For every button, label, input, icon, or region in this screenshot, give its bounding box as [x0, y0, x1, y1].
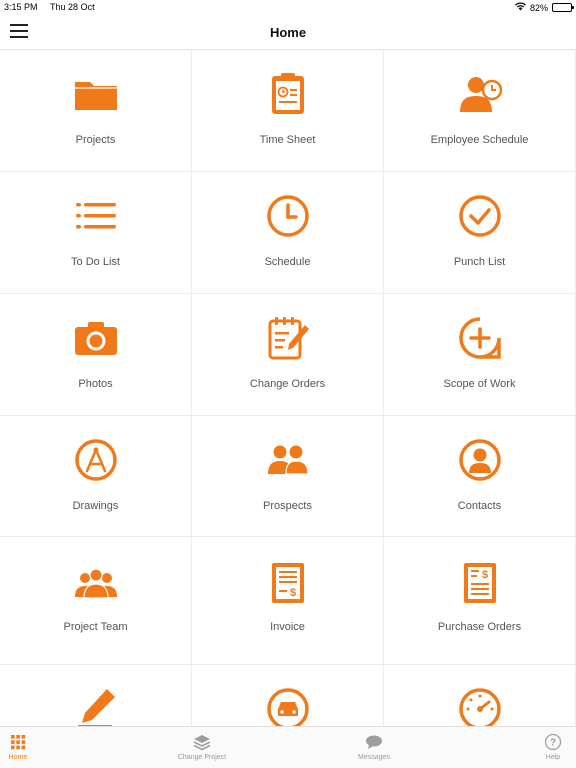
folder-icon — [72, 70, 120, 118]
tile-change-orders[interactable]: Change Orders — [192, 294, 384, 416]
list-icon — [72, 192, 120, 240]
battery-icon — [552, 3, 574, 12]
tile-label: Scope of Work — [443, 378, 516, 390]
contact-circle-icon — [456, 436, 504, 484]
tile-to-do-list[interactable]: To Do List — [0, 172, 192, 294]
tile-label: Time Sheet — [259, 134, 316, 146]
tile-projects[interactable]: Projects — [0, 50, 192, 172]
tile-label: To Do List — [71, 256, 120, 268]
pencil-icon — [72, 685, 120, 726]
tab-bar: Home Change Project Messages? Help — [0, 726, 576, 768]
tile-label: Punch List — [453, 256, 506, 268]
tile-label: Purchase Orders — [437, 621, 522, 633]
tab-change-project[interactable]: Change Project — [150, 727, 254, 768]
page-title: Home — [269, 25, 307, 40]
tab-label: Help — [545, 754, 561, 761]
clipboard-clock-icon — [264, 70, 312, 118]
team-icon — [72, 559, 120, 607]
tile-project-team[interactable]: Project Team — [0, 537, 192, 665]
tile-car-circle[interactable] — [192, 665, 384, 726]
tab-label: Messages — [358, 754, 390, 761]
tab-messages[interactable]: Messages — [340, 727, 408, 768]
svg-text:?: ? — [550, 738, 556, 749]
tab-home[interactable]: Home — [0, 727, 36, 768]
home-grid: Projects Time Sheet Employee Schedule To Do… — [0, 50, 576, 726]
tile-photos[interactable]: Photos — [0, 294, 192, 416]
two-people-icon — [264, 436, 312, 484]
tile-purchase-orders[interactable]: $ Purchase Orders — [384, 537, 576, 665]
svg-text:$: $ — [481, 569, 487, 581]
tile-scope-of-work[interactable]: Scope of Work — [384, 294, 576, 416]
tile-pencil[interactable] — [0, 665, 192, 726]
tile-label: Contacts — [457, 500, 502, 512]
compass-icon — [72, 436, 120, 484]
chat-bubble-icon — [365, 733, 383, 751]
status-bar: 3:15 PM Thu 28 Oct 82% — [0, 0, 576, 14]
layers-icon — [193, 733, 211, 751]
tile-label: Project Team — [63, 621, 128, 633]
purchase-order-icon: $ — [456, 559, 504, 607]
tile-label: Prospects — [263, 500, 312, 512]
tab-label: Change Project — [177, 754, 227, 761]
check-circle-icon — [456, 192, 504, 240]
tile-employee-schedule[interactable]: Employee Schedule — [384, 50, 576, 172]
tile-label: Drawings — [72, 500, 119, 512]
nav-bar: Home — [0, 14, 576, 50]
car-circle-icon — [264, 685, 312, 726]
status-date: Thu 28 Oct — [50, 2, 95, 12]
clock-icon — [264, 192, 312, 240]
notepad-pencil-icon — [264, 314, 312, 362]
tile-prospects[interactable]: Prospects — [192, 416, 384, 537]
tab-help[interactable]: ? Help — [530, 727, 576, 768]
help-circle-icon: ? — [544, 733, 562, 751]
svg-text:$: $ — [289, 587, 295, 599]
tile-punch-list[interactable]: Punch List — [384, 172, 576, 294]
tile-label: Change Orders — [249, 378, 326, 390]
plus-circle-icon — [456, 314, 504, 362]
grid-icon — [9, 733, 27, 751]
tile-label: Photos — [78, 378, 113, 390]
tile-time-sheet[interactable]: Time Sheet — [192, 50, 384, 172]
wifi-icon — [514, 2, 526, 13]
battery-percent: 82% — [529, 2, 548, 13]
person-clock-icon — [456, 70, 504, 118]
tile-invoice[interactable]: $ Invoice — [192, 537, 384, 665]
tile-label: Employee Schedule — [430, 134, 529, 146]
tile-label: Invoice — [270, 621, 305, 633]
camera-icon — [72, 314, 120, 362]
tile-contacts[interactable]: Contacts — [384, 416, 576, 537]
tile-drawings[interactable]: Drawings — [0, 416, 192, 537]
invoice-icon: $ — [264, 559, 312, 607]
tile-label: Schedule — [264, 256, 311, 268]
gauge-icon — [456, 685, 504, 726]
status-time: 3:15 PM — [4, 2, 38, 12]
tile-schedule[interactable]: Schedule — [192, 172, 384, 294]
tile-label: Projects — [75, 134, 116, 146]
tab-label: Home — [8, 754, 28, 761]
tile-gauge[interactable] — [384, 665, 576, 726]
